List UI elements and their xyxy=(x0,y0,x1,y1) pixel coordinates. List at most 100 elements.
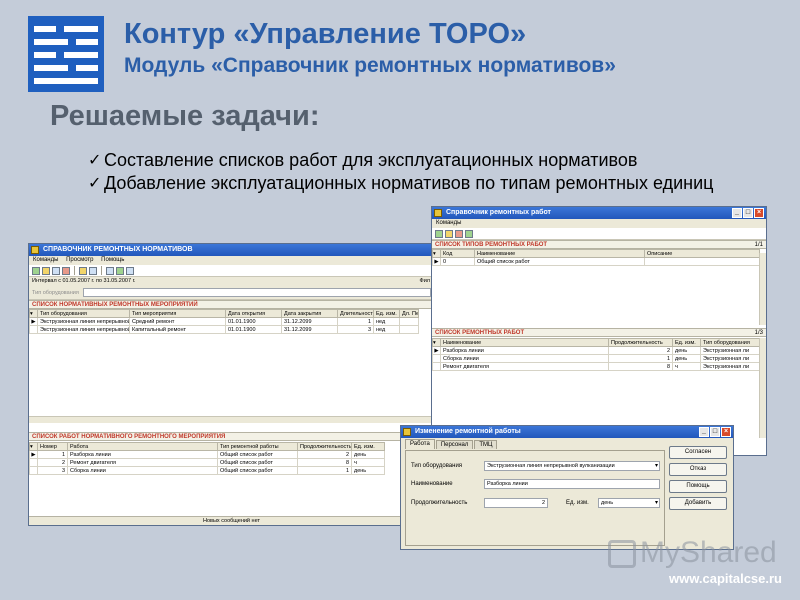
row-pointer-icon: ▶ xyxy=(432,257,441,266)
table-row[interactable]: ▶ Экструзионная линия непрерывной Средни… xyxy=(29,317,419,326)
maximize-icon[interactable]: □ xyxy=(710,427,720,437)
menu-commands[interactable]: Команды xyxy=(436,220,461,226)
checkmark-icon: ✓ xyxy=(88,152,102,169)
close-icon[interactable]: × xyxy=(721,427,731,437)
column-header[interactable]: Ед. изм. xyxy=(351,442,385,451)
filter-link[interactable]: Фил xyxy=(420,277,430,286)
work-types-table: ▾ Код Наименование Описание ▶ 0 Общий сп… xyxy=(432,249,760,266)
equipment-type-select[interactable]: Экструзионная линия непрерывной вулканиз… xyxy=(484,461,660,471)
table-row[interactable]: ▶ Разборка линии 2 день Экструзионная ли xyxy=(432,346,760,355)
column-header[interactable]: Тип мероприятия xyxy=(129,309,226,318)
column-header[interactable]: Продолжительность xyxy=(608,338,673,347)
cancel-button[interactable]: Отказ xyxy=(669,463,727,476)
column-header[interactable]: Длительность xyxy=(337,309,374,318)
tab-work[interactable]: Работа xyxy=(405,439,435,449)
column-header[interactable]: Наименование xyxy=(474,249,645,258)
vertical-scrollbar[interactable] xyxy=(759,338,766,438)
name-input[interactable]: Разборка линии xyxy=(484,479,660,489)
column-header[interactable]: Продолжительность xyxy=(297,442,352,451)
interval-bar: Интервал с 01.05.2007 г. по 31.05.2007 г… xyxy=(29,277,434,286)
tab-materials[interactable]: ТМЦ xyxy=(474,440,498,449)
presentation-icon xyxy=(608,540,636,569)
menu-help[interactable]: Помощь xyxy=(101,257,124,263)
table-row[interactable]: Ремонт двигателя 8 ч Экструзионная ли xyxy=(432,362,760,371)
minimize-icon[interactable]: _ xyxy=(732,208,742,218)
close-icon[interactable]: × xyxy=(754,208,764,218)
edit-icon[interactable] xyxy=(42,266,50,275)
refresh-icon[interactable] xyxy=(465,229,473,238)
watermark: MyShared xyxy=(608,536,777,570)
delete-icon[interactable] xyxy=(62,266,70,275)
duration-label: Продолжительность xyxy=(411,500,468,506)
edit-icon[interactable] xyxy=(445,229,453,238)
table-header-row: ▾ Номер Работа Тип ремонтной работы Прод… xyxy=(29,442,385,451)
unit-select[interactable]: день xyxy=(598,498,660,508)
add-icon[interactable] xyxy=(32,266,40,275)
column-header[interactable]: Тип оборудования xyxy=(37,309,130,318)
window-titlebar[interactable]: СПРАВОЧНИК РЕМОНТНЫХ НОРМАТИВОВ xyxy=(29,244,434,256)
column-header[interactable]: Ед. изм. xyxy=(373,309,400,318)
copy-icon[interactable] xyxy=(52,266,60,275)
table-row[interactable]: Экструзионная линия непрерывной Капиталь… xyxy=(29,325,419,334)
table-row[interactable]: ▶ 0 Общий список работ xyxy=(432,257,760,266)
toolbar-separator xyxy=(74,266,75,275)
column-header[interactable]: Код xyxy=(440,249,475,258)
export-icon[interactable] xyxy=(116,266,124,275)
tab-personnel[interactable]: Персонал xyxy=(435,440,474,449)
page-counter: 1/1 xyxy=(754,242,763,248)
help-button[interactable]: Помощь xyxy=(669,480,727,493)
column-header[interactable]: Ед. изм. xyxy=(672,338,701,347)
filter-label: Тип оборудования xyxy=(32,289,79,296)
filter-input[interactable] xyxy=(82,288,431,297)
menu-bar: Команды xyxy=(432,219,766,228)
menu-view[interactable]: Просмотр xyxy=(66,257,93,263)
column-header[interactable]: Описание xyxy=(644,249,760,258)
status-bar: Новых сообщений нет xyxy=(29,516,434,525)
refresh-icon[interactable] xyxy=(89,266,97,275)
table-row[interactable]: 2 Ремонт двигателя Общий список работ 8 … xyxy=(29,458,385,467)
menu-bar: Команды Просмотр Помощь xyxy=(29,256,434,265)
vertical-scrollbar[interactable] xyxy=(759,253,766,325)
column-header[interactable]: Дата закрытия xyxy=(281,309,338,318)
name-label: Наименование xyxy=(411,481,453,487)
window-titlebar[interactable]: Справочник ремонтных работ _ □ × xyxy=(432,207,766,219)
delete-icon[interactable] xyxy=(455,229,463,238)
add-button[interactable]: Добавить xyxy=(669,497,727,510)
duration-input[interactable]: 2 xyxy=(484,498,548,508)
table-row[interactable]: ▶ 1 Разборка линии Общий список работ 2 … xyxy=(29,450,385,459)
ok-button[interactable]: Согласен xyxy=(669,446,727,459)
horizontal-scrollbar[interactable] xyxy=(29,416,434,423)
column-header[interactable]: Наименование xyxy=(440,338,609,347)
table-row[interactable]: Сборка линии 1 день Экструзионная ли xyxy=(432,354,760,363)
work-types-section-header: СПИСОК ТИПОВ РЕМОНТНЫХ РАБОТ 1/1 xyxy=(432,240,766,249)
column-header[interactable]: Номер xyxy=(37,442,68,451)
menu-commands[interactable]: Команды xyxy=(33,257,58,263)
app-icon xyxy=(403,428,411,436)
slide-subtitle: Модуль «Справочник ремонтных нормативов» xyxy=(124,54,616,77)
minimize-icon[interactable]: _ xyxy=(699,427,709,437)
add-icon[interactable] xyxy=(435,229,443,238)
filter-icon[interactable] xyxy=(79,266,87,275)
interval-text[interactable]: Интервал с 01.05.2007 г. по 31.05.2007 г… xyxy=(32,278,135,284)
column-header[interactable]: Тип ремонтной работы xyxy=(217,442,298,451)
window-titlebar[interactable]: Изменение ремонтной работы _ □ × xyxy=(401,426,733,438)
company-logo xyxy=(28,16,104,92)
work-form: Тип оборудования Экструзионная линия неп… xyxy=(405,450,665,546)
column-header[interactable]: Дата открытия xyxy=(225,309,282,318)
table-row[interactable]: 3 Сборка линии Общий список работ 1 день xyxy=(29,466,385,475)
edit-repair-work-dialog: Изменение ремонтной работы _ □ × Работа … xyxy=(400,425,734,550)
column-header[interactable]: Дл. Пер xyxy=(399,309,419,318)
equipment-type-label: Тип оборудования xyxy=(411,463,463,469)
task-item: ✓ Добавление эксплуатационных нормативов … xyxy=(88,173,714,193)
page-counter: 1/3 xyxy=(754,330,763,336)
row-pointer-icon: ▶ xyxy=(29,317,38,326)
maximize-icon[interactable]: □ xyxy=(743,208,753,218)
task-item: ✓ Составление списков работ для эксплуата… xyxy=(88,150,638,170)
column-header[interactable]: Работа xyxy=(67,442,218,451)
works-section-header: СПИСОК РАБОТ НОРМАТИВНОГО РЕМОНТНОГО МЕР… xyxy=(29,432,434,441)
dialog-buttons: Согласен Отказ Помощь Добавить xyxy=(669,446,727,510)
table-header-row: ▾ Тип оборудования Тип мероприятия Дата … xyxy=(29,309,419,318)
settings-icon[interactable] xyxy=(126,266,134,275)
print-icon[interactable] xyxy=(106,266,114,275)
column-header[interactable]: Тип оборудования xyxy=(700,338,760,347)
